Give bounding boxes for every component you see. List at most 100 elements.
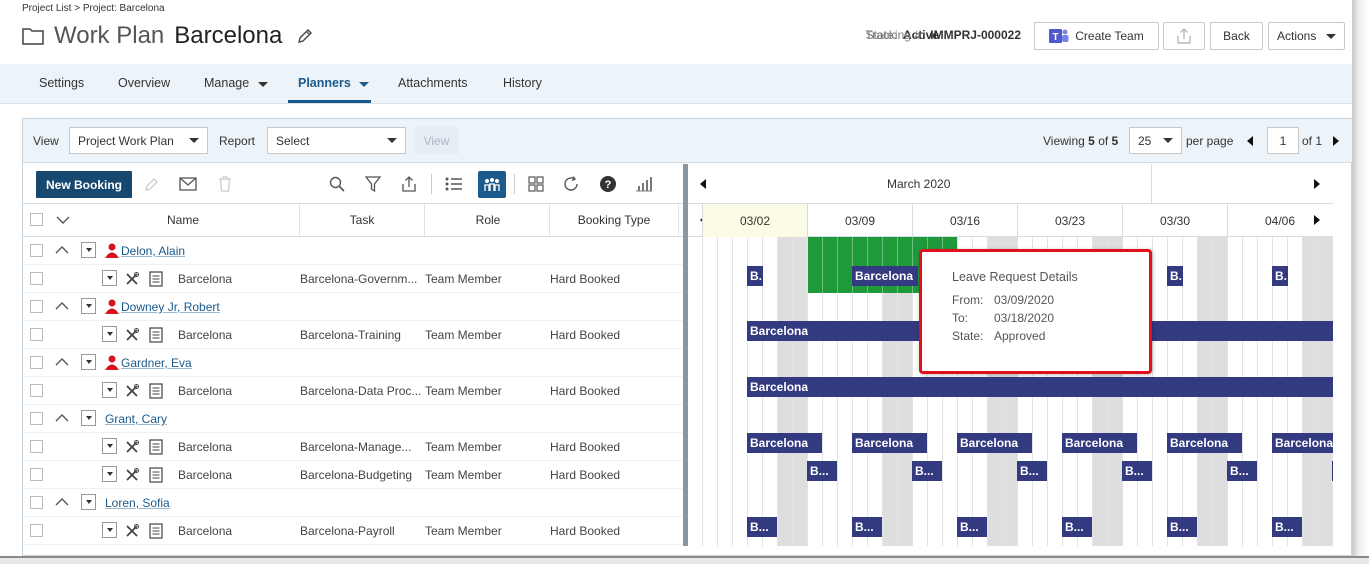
actions-dropdown[interactable]: Actions [1268,22,1345,50]
tools-icon[interactable] [125,524,139,538]
booking-bar[interactable]: B... [1122,461,1152,481]
resource-name-link[interactable]: Gardner, Eva [121,356,192,370]
booking-bar[interactable]: B... [1017,461,1047,481]
tab-planners[interactable]: Planners [298,76,370,90]
booking-bar[interactable]: B... [1272,517,1302,537]
booking-row[interactable]: Barcelona Barcelona-Governm... Team Memb… [23,265,683,293]
booking-bar[interactable]: B... [852,517,882,537]
row-checkbox[interactable] [30,244,43,257]
booking-bar[interactable]: Barcelona [747,377,1333,397]
row-checkbox[interactable] [30,356,43,369]
booking-bar[interactable]: B... [957,517,987,537]
column-divider[interactable] [549,204,550,237]
view-select[interactable]: Project Work Plan [69,127,208,154]
row-menu-dropdown[interactable] [102,466,117,482]
resource-row[interactable]: Downey Jr, Robert [23,293,683,321]
export-icon[interactable] [399,174,419,194]
booking-bar[interactable]: B... [807,461,837,481]
booking-bar[interactable]: Barcelona [1272,433,1333,453]
booking-bar[interactable]: Barcelona [747,433,822,453]
grid-icon[interactable] [526,174,546,194]
resource-row[interactable]: Gardner, Eva [23,349,683,377]
chevron-up-icon[interactable] [55,412,69,424]
tools-icon[interactable] [125,384,139,398]
tab-manage[interactable]: Manage [204,76,268,90]
per-page-select[interactable]: 25 [1129,127,1182,154]
row-checkbox[interactable] [30,496,43,509]
booking-row[interactable]: Barcelona Barcelona-Manage... Team Membe… [23,433,683,461]
row-checkbox[interactable] [30,412,43,425]
document-icon[interactable] [149,467,163,483]
row-checkbox[interactable] [30,384,43,397]
tab-settings[interactable]: Settings [39,76,84,90]
breadcrumb[interactable]: Project List > Project: Barcelona [22,3,165,14]
prev-month-icon[interactable] [700,179,706,189]
chevron-up-icon[interactable] [55,496,69,508]
chevron-up-icon[interactable] [55,356,69,368]
booking-row[interactable]: Barcelona Barcelona-Data Proc... Team Me… [23,377,683,405]
column-booking-type[interactable]: Booking Type [573,213,655,227]
booking-bar[interactable]: B... [1227,461,1257,481]
prev-page-icon[interactable] [1247,136,1253,146]
booking-row[interactable]: Barcelona Barcelona-Budgeting Team Membe… [23,461,683,489]
page-input[interactable]: 1 [1267,127,1299,154]
select-all-checkbox[interactable] [30,213,43,226]
view-button[interactable]: View [414,127,459,154]
resource-name-link[interactable]: Downey Jr, Robert [121,300,220,314]
report-select[interactable]: Select [267,127,406,154]
row-checkbox[interactable] [30,328,43,341]
booking-bar[interactable]: B. [1167,266,1183,286]
row-menu-dropdown[interactable] [81,298,96,314]
row-checkbox[interactable] [30,272,43,285]
pencil-edit-icon[interactable] [296,27,314,45]
create-team-button[interactable]: T Create Team [1034,22,1159,50]
filter-icon[interactable] [363,174,383,194]
booking-bar[interactable]: Barcelona [957,433,1032,453]
booking-bar[interactable]: Barcelona [1062,433,1137,453]
document-icon[interactable] [149,439,163,455]
chevron-down-icon[interactable] [56,215,70,225]
column-divider[interactable] [678,204,679,237]
tools-icon[interactable] [125,328,139,342]
resource-name-link[interactable]: Loren, Sofia [105,496,170,510]
row-menu-dropdown[interactable] [102,438,117,454]
resource-row[interactable]: Grant, Cary [23,405,683,433]
chart-icon[interactable] [634,174,654,194]
row-menu-dropdown[interactable] [102,522,117,538]
booking-bar[interactable]: B... [912,461,942,481]
chevron-up-icon[interactable] [55,300,69,312]
next-page-icon[interactable] [1333,136,1339,146]
column-divider[interactable] [424,204,425,237]
mail-icon[interactable] [178,174,198,194]
resource-name-link[interactable]: Grant, Cary [105,412,167,426]
list-view-icon[interactable] [444,174,464,194]
booking-row[interactable]: Barcelona Barcelona-Training Team Member… [23,321,683,349]
row-checkbox[interactable] [30,468,43,481]
document-icon[interactable] [149,523,163,539]
column-name[interactable]: Name [163,213,203,227]
resource-row[interactable]: Loren, Sofia [23,489,683,517]
row-menu-dropdown[interactable] [102,382,117,398]
tab-history[interactable]: History [503,76,542,90]
resource-row[interactable]: Delon, Alain [23,237,683,265]
row-menu-dropdown[interactable] [81,242,96,258]
column-task[interactable]: Task [339,213,385,227]
row-checkbox[interactable] [30,300,43,313]
refresh-icon[interactable] [561,174,581,194]
new-booking-button[interactable]: New Booking [36,171,132,198]
row-checkbox[interactable] [30,524,43,537]
row-menu-dropdown[interactable] [81,410,96,426]
share-button[interactable] [1163,22,1205,50]
tab-overview[interactable]: Overview [118,76,170,90]
chevron-up-icon[interactable] [55,244,69,256]
booking-bar[interactable]: B. [1272,266,1288,286]
booking-bar[interactable]: B. [747,266,763,286]
document-icon[interactable] [149,271,163,287]
help-icon[interactable]: ? [598,174,618,194]
booking-bar[interactable] [1332,461,1333,481]
booking-row[interactable]: Barcelona Barcelona-Payroll Team Member … [23,517,683,545]
column-role[interactable]: Role [473,213,503,227]
resource-view-icon[interactable] [478,171,506,198]
column-divider[interactable] [299,204,300,237]
booking-bar[interactable]: Barcelona [852,266,918,286]
